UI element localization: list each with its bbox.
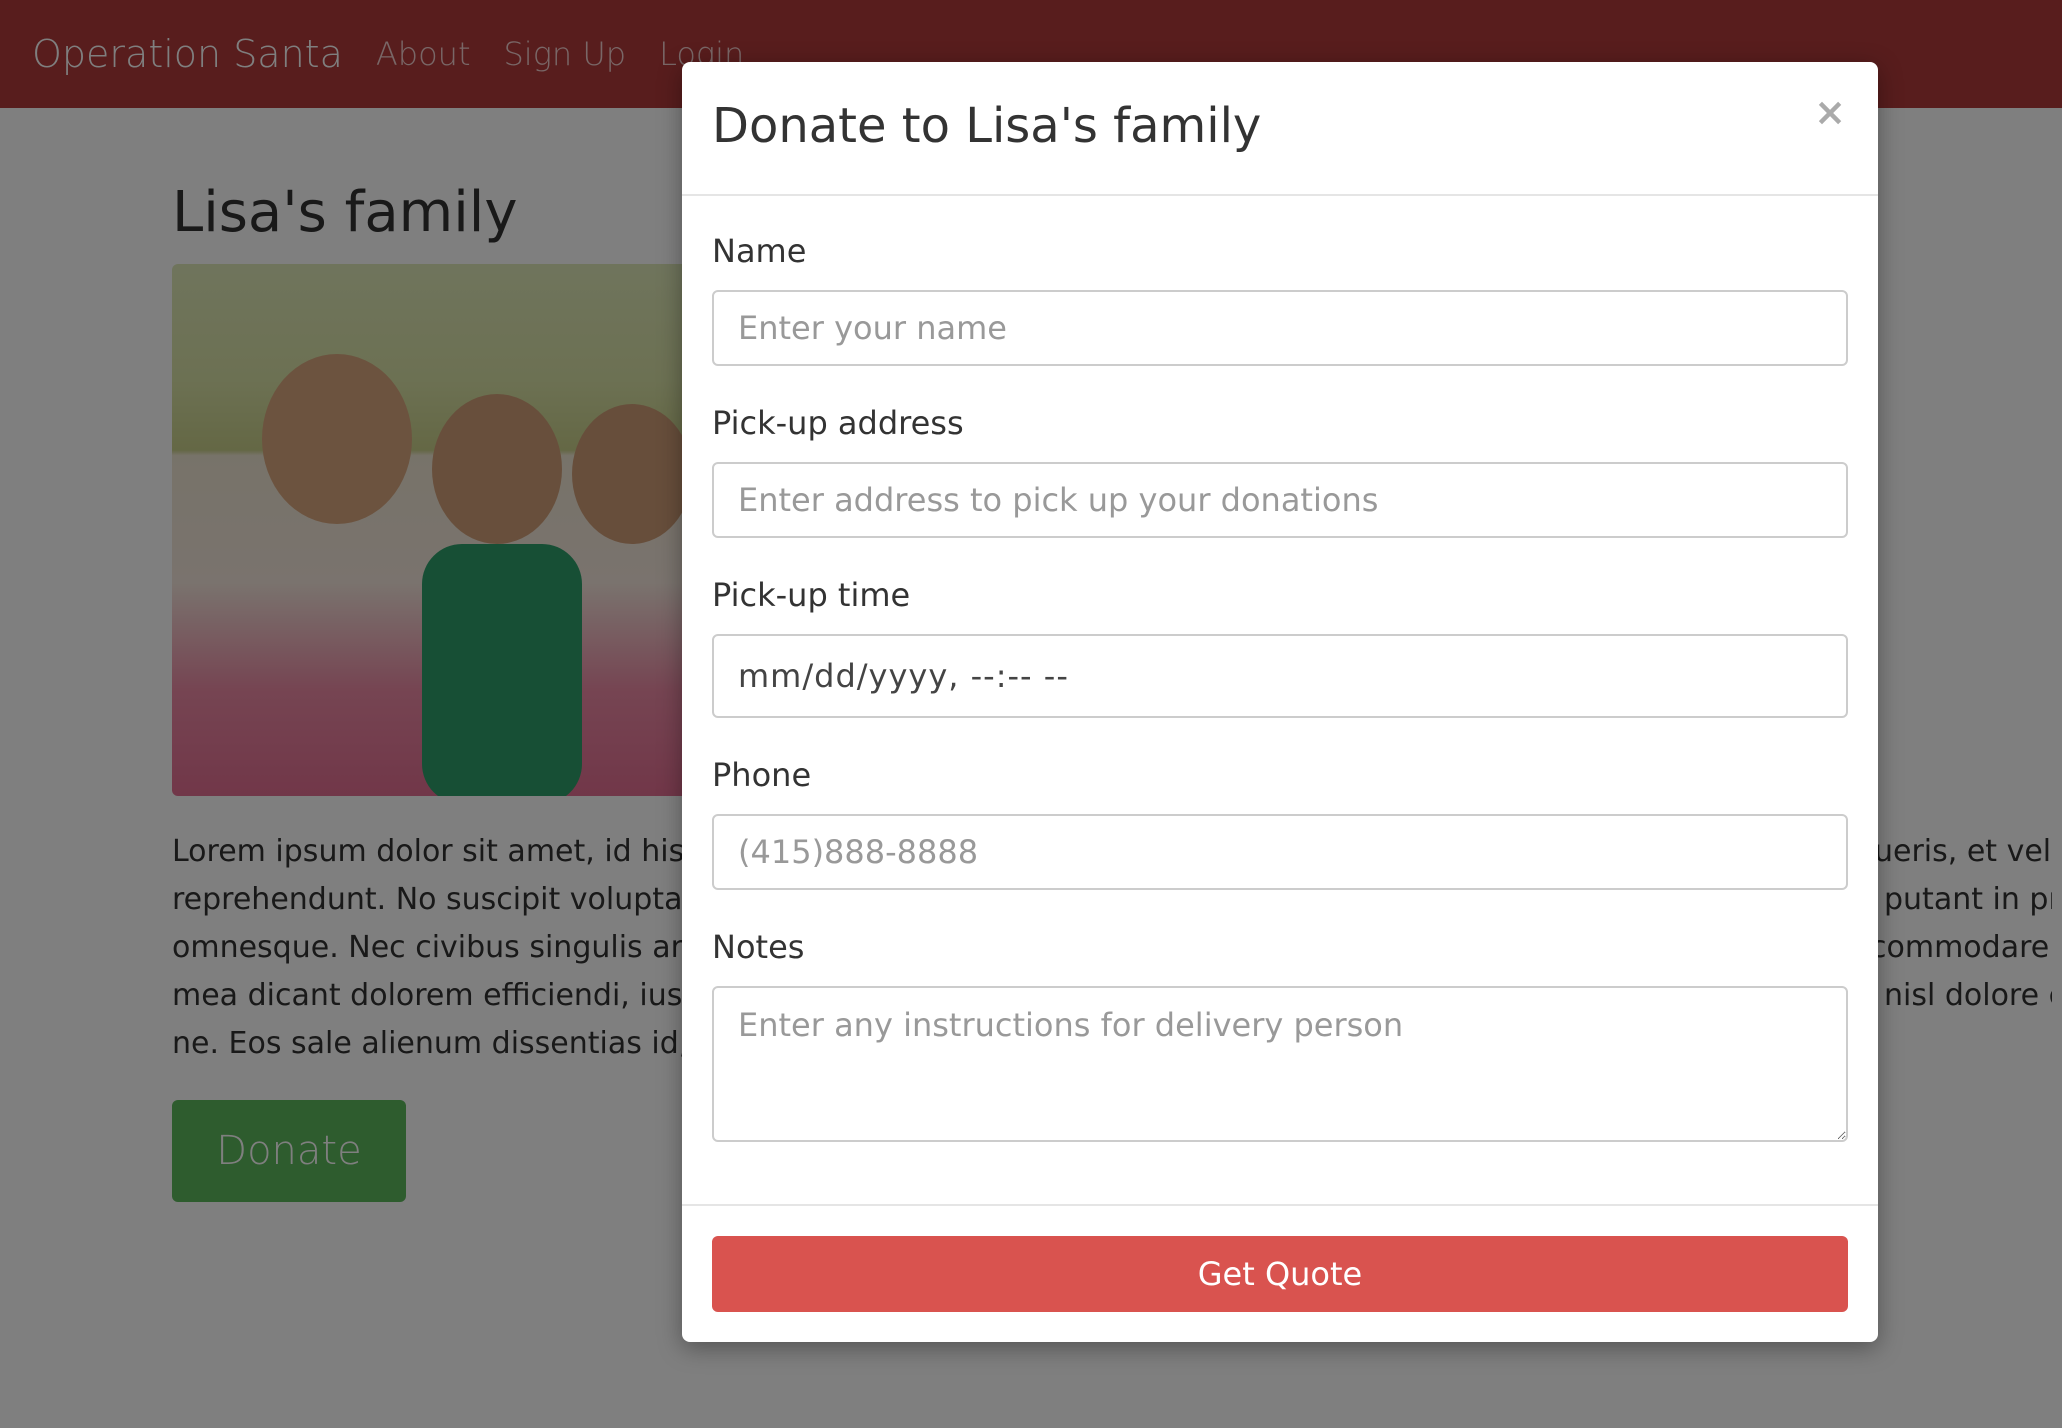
modal-title: Donate to Lisa's family (712, 98, 1262, 154)
name-input[interactable] (712, 290, 1848, 366)
modal-footer-divider (682, 1204, 1878, 1206)
notes-textarea[interactable] (712, 986, 1848, 1142)
phone-label: Phone (712, 756, 812, 794)
pickup-time-input[interactable]: mm/dd/yyyy, --:-- -- (712, 634, 1848, 718)
phone-input[interactable] (712, 814, 1848, 890)
close-icon[interactable]: × (1810, 92, 1850, 132)
name-label: Name (712, 232, 807, 270)
get-quote-button[interactable]: Get Quote (712, 1236, 1848, 1312)
notes-label: Notes (712, 928, 805, 966)
donate-modal: Donate to Lisa's family × Name Pick-up a… (682, 62, 1878, 1342)
modal-header: Donate to Lisa's family × (682, 62, 1878, 196)
address-label: Pick-up address (712, 404, 964, 442)
time-label: Pick-up time (712, 576, 911, 614)
address-input[interactable] (712, 462, 1848, 538)
